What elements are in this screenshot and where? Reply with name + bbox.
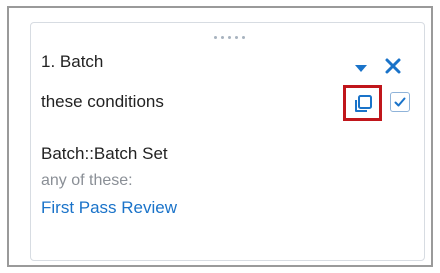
operator-label: any of these: — [41, 172, 133, 189]
condition-card: 1. Batch these conditions Batch::Batch S… — [30, 22, 425, 261]
value-link[interactable]: First Pass Review — [41, 198, 177, 218]
condition-title: 1. Batch — [41, 52, 104, 71]
copy-icon — [355, 95, 372, 112]
check-icon — [394, 97, 406, 107]
caret-down-icon[interactable] — [355, 65, 367, 72]
field-name: Batch::Batch Set — [41, 144, 168, 163]
close-icon[interactable] — [383, 56, 403, 76]
conditions-label: these conditions — [41, 92, 164, 111]
drag-dot — [214, 36, 217, 39]
drag-dot — [242, 36, 245, 39]
screenshot-frame: 1. Batch these conditions Batch::Batch S… — [7, 6, 433, 267]
drag-dot — [235, 36, 238, 39]
copy-button[interactable] — [343, 85, 382, 121]
drag-handle-icon[interactable] — [214, 36, 245, 39]
drag-dot — [228, 36, 231, 39]
confirm-button[interactable] — [390, 92, 410, 112]
drag-dot — [221, 36, 224, 39]
